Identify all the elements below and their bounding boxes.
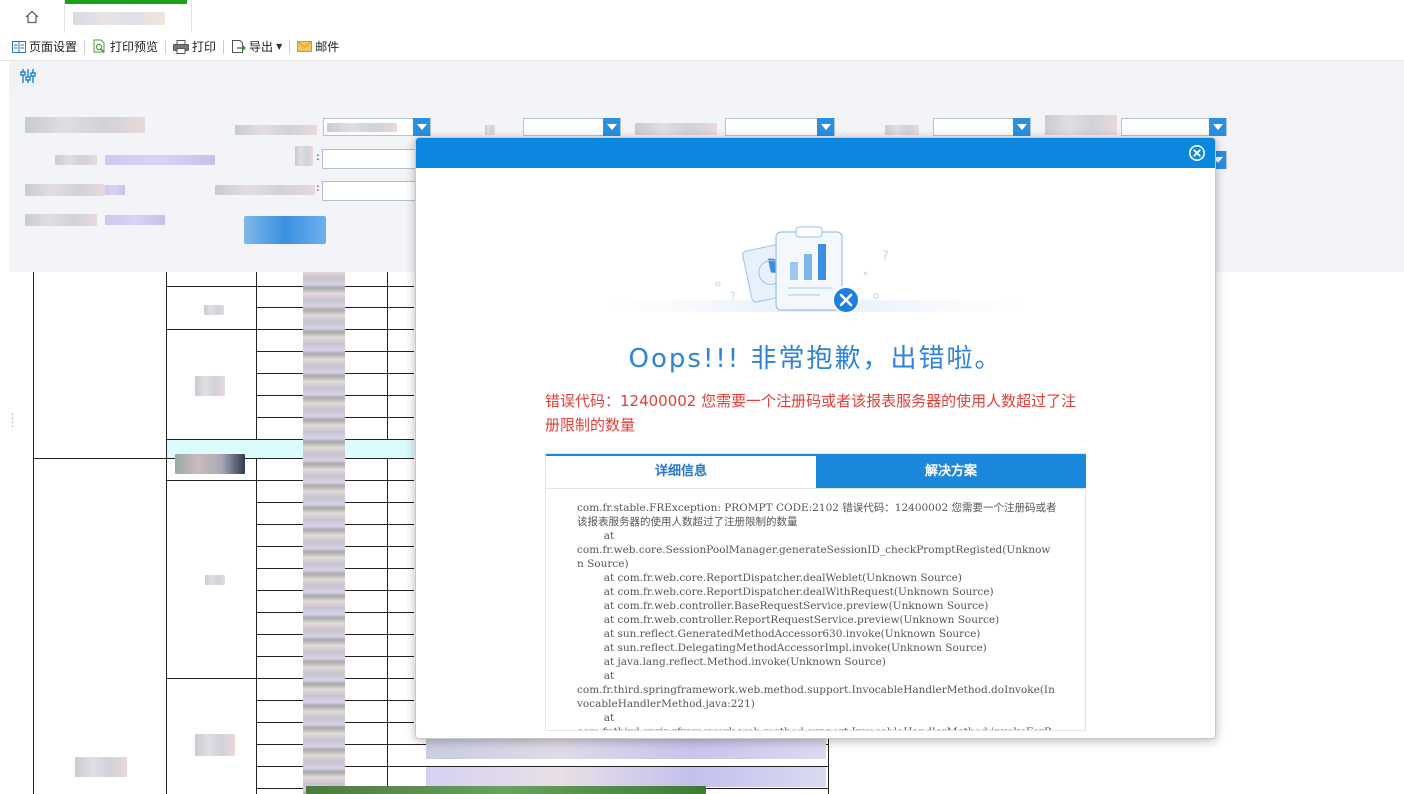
param-label [885,125,919,135]
param-label [25,117,145,133]
param-label [235,125,317,135]
param-text-input[interactable] [322,149,418,169]
home-button[interactable] [14,4,50,30]
tab-details[interactable]: 详细信息 [546,454,816,489]
error-title: Oops!!! 非常抱歉，出错啦。 [628,344,1003,374]
table-grid-line [166,480,414,481]
print-preview-icon [93,39,105,54]
export-button[interactable]: 导出 ▼ [226,36,287,58]
close-circle-icon [1189,145,1205,161]
param-combo[interactable] [323,118,431,136]
param-label [105,155,215,165]
mail-icon [297,41,313,52]
param-combo[interactable] [1121,118,1227,136]
mail-button[interactable]: 邮件 [292,36,344,58]
report-tab-label [73,12,165,25]
dialog-header [416,138,1215,168]
table-cell [195,376,225,396]
report-tab[interactable] [64,0,192,33]
dropdown-arrow-icon[interactable] [413,118,430,136]
param-label [55,155,97,165]
svg-text:?: ? [730,290,736,303]
query-button[interactable] [244,216,326,244]
table-cell [303,272,345,794]
print-preview-button[interactable]: 打印预览 [87,36,163,58]
stack-trace-text: com.fr.stable.FRException: PROMPT CODE:2… [577,502,1057,730]
print-preview-label: 打印预览 [110,40,159,54]
mail-label: 邮件 [315,40,340,54]
splitter-handle[interactable]: · · · · [11,411,14,433]
print-label: 打印 [192,40,217,54]
home-icon [25,10,39,24]
dropdown-arrow-icon[interactable] [1013,118,1030,136]
error-tabs: 详细信息 解决方案 [545,453,1086,489]
dropdown-arrow-icon[interactable] [817,118,834,136]
error-message: 错误代码：12400002 您需要一个注册码或者该报表服务器的使用人数超过了注册… [545,392,1077,434]
table-cell [175,454,245,474]
param-combo[interactable] [933,118,1031,136]
dropdown-arrow-icon[interactable] [603,118,620,136]
param-label [25,214,97,226]
page-setup-label: 页面设置 [29,40,78,54]
param-label [25,184,105,196]
combo-value [327,123,397,132]
toolbar-divider [223,39,225,54]
table-cell [204,305,224,315]
toolbar: 页面设置 打印预览 打印 导出 ▼ 邮件 [0,33,1404,61]
printer-icon [173,39,190,54]
param-label [1045,115,1117,135]
table-grid-line [33,272,34,794]
chevron-down-icon: ▼ [276,42,283,51]
param-label [295,146,313,166]
print-button[interactable]: 打印 [168,36,221,58]
dropdown-arrow-icon[interactable] [1209,118,1226,136]
table-grid-line [166,678,414,679]
stack-trace-panel[interactable]: com.fr.stable.FRException: PROMPT CODE:2… [545,488,1086,731]
param-text-input[interactable] [322,181,418,201]
table-cell [195,734,235,756]
table-grid-line [166,329,414,330]
active-tab-indicator [65,0,187,4]
svg-text:?: ? [882,249,889,264]
table-cell [426,767,826,787]
toolbar-divider [289,39,291,54]
page-setup-button[interactable]: 页面设置 [7,36,82,58]
param-label [485,125,495,135]
param-colon: : [316,150,320,163]
table-grid-line [166,272,167,794]
table-cell [306,786,706,794]
param-combo[interactable] [523,118,621,136]
tab-solution[interactable]: 解决方案 [816,454,1086,489]
param-combo[interactable] [725,118,835,136]
param-label [105,215,165,225]
filter-toggle-bar [9,61,1404,93]
table-grid-line [166,286,414,287]
sliders-icon [20,69,36,83]
toolbar-divider [165,39,167,54]
param-label [105,185,125,195]
export-label: 导出 [249,40,274,54]
table-cell [205,575,225,585]
error-illustration: ? ? [606,226,1026,314]
param-label [635,123,717,135]
param-colon: : [316,181,320,194]
filter-toggle-button[interactable] [17,65,39,87]
toolbar-divider [84,39,86,54]
page-setup-icon [12,40,26,53]
error-dialog: ? ? Oops!!! 非常抱歉，出错啦。 错误代码：12400002 您需要一… [415,137,1216,739]
param-label [215,185,315,195]
table-cell [426,737,826,759]
export-icon [232,40,247,53]
table-grid-line [828,737,829,794]
table-cell [75,757,127,777]
tab-bar [0,0,1404,34]
close-button[interactable] [1188,144,1206,162]
